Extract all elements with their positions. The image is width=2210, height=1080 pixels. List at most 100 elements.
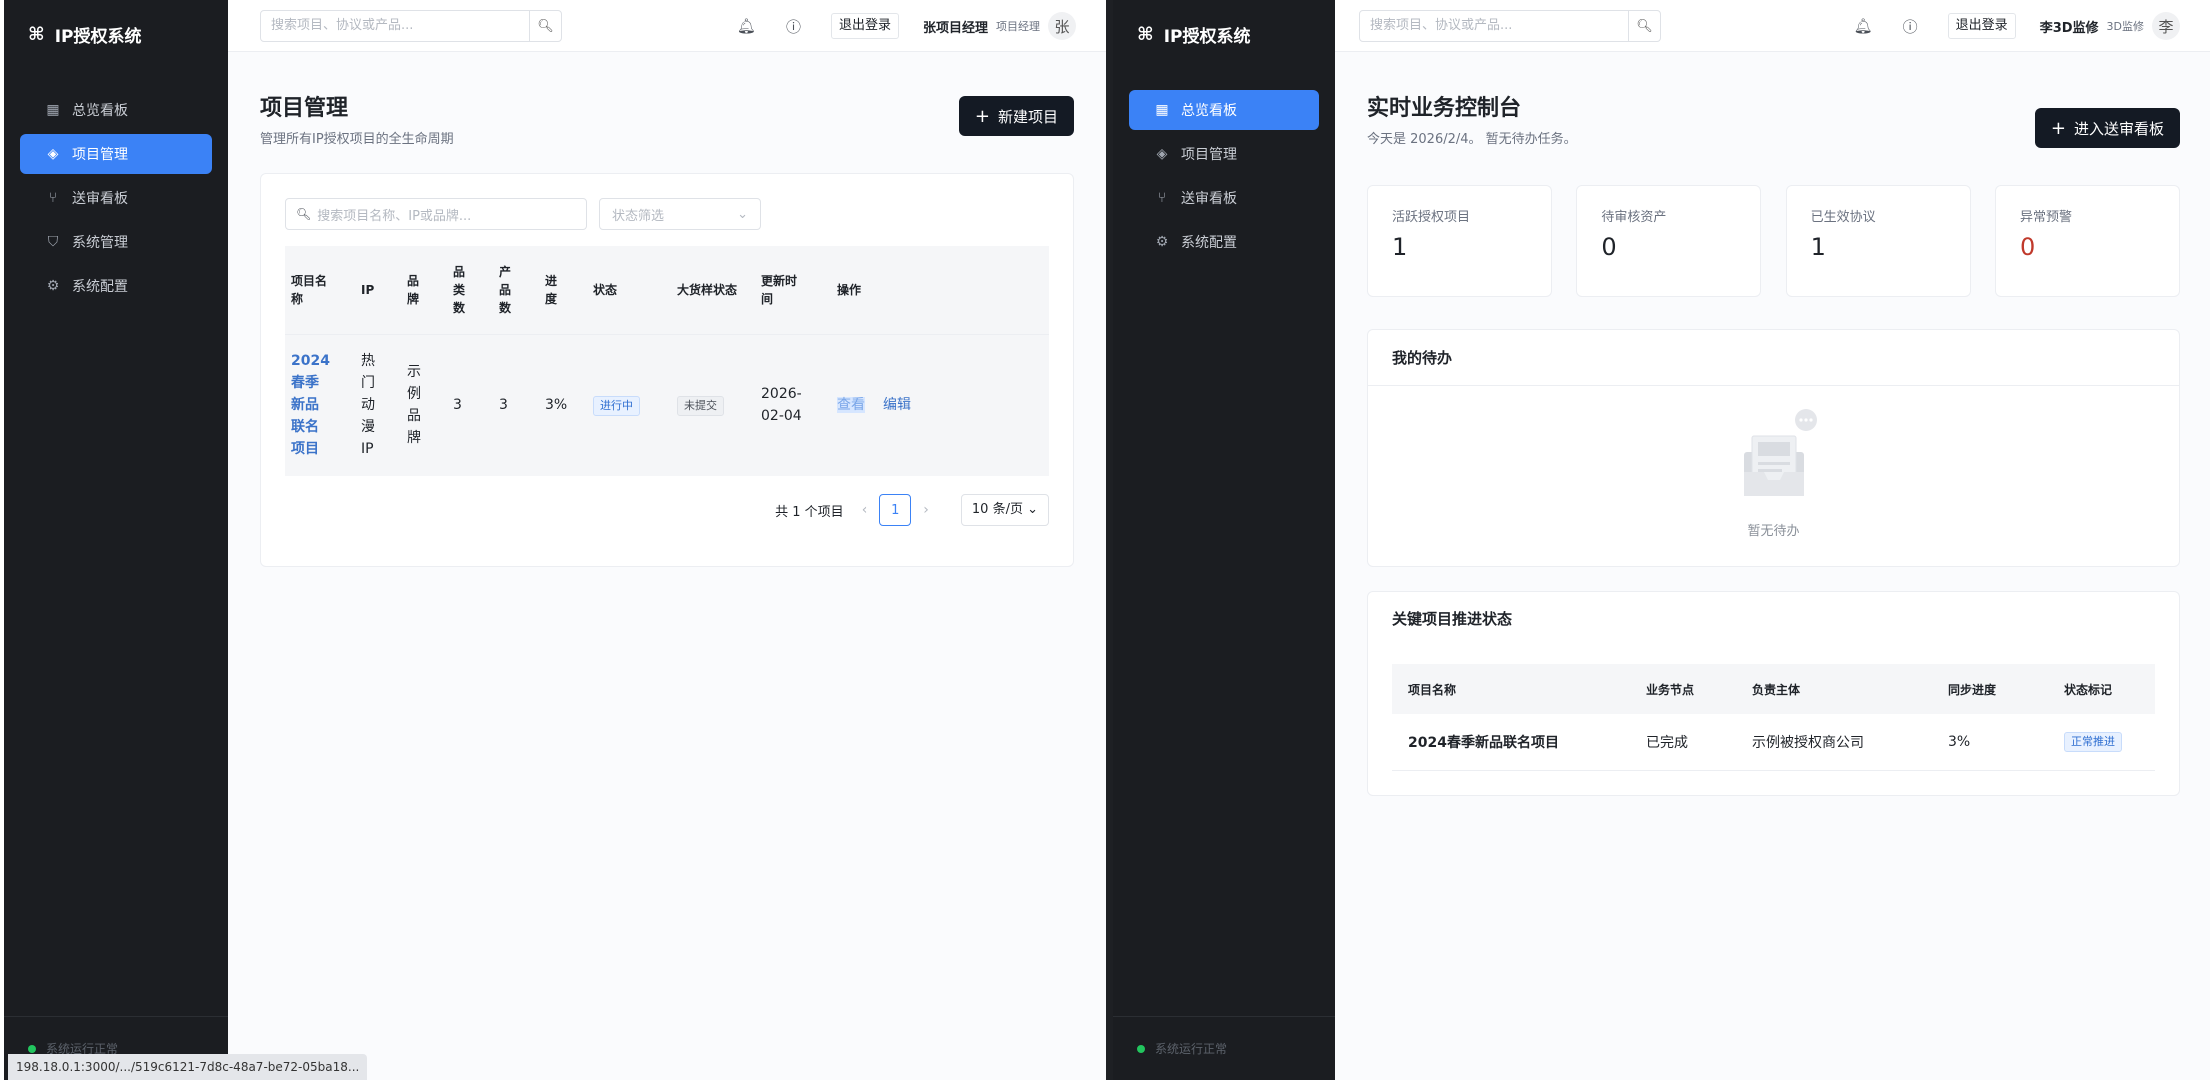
topbar: 搜索项目、协议或产品... 🔍︎ 🔔︎ ⓘ 退出登录 李3D监修 3D监修 李	[1335, 0, 2210, 52]
main-area: 搜索项目、协议或产品... 🔍︎ 🔔︎ ⓘ 退出登录 张项目经理 项目经理 张 …	[228, 0, 1106, 1080]
status-filter-placeholder: 状态筛选	[612, 208, 665, 224]
sidebar-item-label: 送审看板	[1181, 191, 1237, 207]
layers-icon: ◈	[47, 146, 59, 162]
app-name: IP授权系统	[54, 26, 142, 47]
sidebar: ⌘ IP授权系统 ▦ 总览看板 ◈ 项目管理 ⑂ 送审看板 ⚙ 系统配置 系统运…	[1113, 0, 1335, 1080]
column-header: 同步进度	[1932, 664, 2048, 714]
cell-category-count: 3	[447, 333, 493, 476]
project-search-input[interactable]: 🔍︎ 搜索项目名称、IP或品牌...	[285, 198, 587, 230]
app-logo[interactable]: ⌘ IP授权系统	[1113, 0, 1335, 68]
system-status-text: 系统运行正常	[1155, 1042, 1228, 1056]
todo-empty-state: 暂无待办	[1368, 386, 2179, 566]
user-name: 张项目经理	[922, 20, 988, 36]
topbar-tools: 🔔︎ ⓘ 退出登录 李3D监修 3D监修 李	[1824, 12, 2180, 40]
help-icon[interactable]: ⓘ	[786, 16, 801, 37]
column-header: IP	[361, 282, 375, 297]
git-icon: ⑂	[1157, 190, 1167, 206]
empty-inbox-icon	[1743, 409, 1817, 496]
chevron-right-icon[interactable]: ›	[923, 502, 929, 518]
stat-value: 1	[1392, 233, 1408, 261]
logout-button[interactable]: 退出登录	[830, 13, 899, 39]
sidebar-item-system-config[interactable]: ⚙ 系统配置	[20, 266, 212, 306]
page-button-1[interactable]: 1	[879, 494, 912, 526]
column-header: 产品数	[499, 264, 512, 315]
screen: ⌘ IP授权系统 ▦ 总览看板 ◈ 项目管理 ⑂ 送审看板 ⛉ 系统管理 ⚙ 系…	[0, 0, 2210, 1080]
page-title: 项目管理	[260, 96, 349, 121]
global-search-input[interactable]: 搜索项目、协议或产品...	[261, 11, 529, 41]
global-search[interactable]: 搜索项目、协议或产品... 🔍︎	[1359, 10, 1661, 42]
status-badge: 进行中	[593, 396, 640, 417]
cell-progress: 3%	[539, 333, 587, 476]
column-header: 项目名称	[291, 273, 328, 306]
edit-button[interactable]: 编辑	[883, 397, 911, 413]
enter-review-board-button[interactable]: + 进入送审看板	[2034, 108, 2180, 148]
bell-icon[interactable]: 🔔︎	[737, 17, 756, 35]
project-search-placeholder: 搜索项目名称、IP或品牌...	[317, 208, 472, 224]
help-icon[interactable]: ⓘ	[1903, 16, 1918, 37]
sidebar-item-system-admin[interactable]: ⛉ 系统管理	[20, 222, 212, 262]
sidebar-item-overview[interactable]: ▦ 总览看板	[20, 90, 212, 130]
table-row[interactable]: 2024春季新品联名项目 已完成 示例被授权商公司 3% 正常推进	[1392, 714, 2155, 771]
project-name-link[interactable]: 2024春季新品联名项目	[291, 350, 331, 460]
app-name: IP授权系统	[1163, 26, 1251, 47]
cell-brand: 示例品牌	[407, 364, 421, 447]
todo-title: 我的待办	[1368, 330, 2179, 386]
grid-icon: ▦	[46, 102, 60, 118]
bell-icon[interactable]: 🔔︎	[1854, 17, 1873, 35]
search-icon[interactable]: 🔍︎	[529, 11, 561, 41]
sidebar-item-label: 系统配置	[1181, 235, 1237, 251]
cell-ip: 热门动漫IP	[361, 353, 375, 458]
view-button[interactable]: 查看	[837, 397, 865, 414]
cell-updated: 2026-02-04	[761, 386, 802, 425]
global-search[interactable]: 搜索项目、协议或产品... 🔍︎	[260, 10, 562, 42]
todo-panel: 我的待办 暂无待办	[1367, 329, 2180, 567]
system-status: 系统运行正常	[1113, 1016, 1335, 1080]
sidebar-item-projects[interactable]: ◈ 项目管理	[20, 134, 212, 174]
chevron-down-icon: ⌄	[737, 206, 748, 222]
column-header: 进度	[545, 273, 558, 306]
stat-value: 0	[1601, 233, 1617, 261]
chevron-left-icon[interactable]: ‹	[862, 502, 868, 518]
stat-label: 活跃授权项目	[1392, 210, 1471, 225]
sidebar-item-overview[interactable]: ▦ 总览看板	[1129, 90, 1319, 130]
sidebar-item-system-config[interactable]: ⚙ 系统配置	[1129, 222, 1319, 262]
search-icon: 🔍︎	[296, 207, 312, 221]
stat-active-projects: 活跃授权项目 1	[1367, 185, 1552, 297]
page-size-select[interactable]: 10 条/页 ⌄	[960, 494, 1049, 526]
sidebar: ⌘ IP授权系统 ▦ 总览看板 ◈ 项目管理 ⑂ 送审看板 ⛉ 系统管理 ⚙ 系…	[4, 0, 228, 1080]
sidebar-item-label: 送审看板	[72, 191, 128, 207]
sidebar-item-review-board[interactable]: ⑂ 送审看板	[20, 178, 212, 218]
project-table: 项目名称 IP 品牌 品类数 产品数 进度 状态 大货样状态 更新时间 操作 2…	[285, 246, 1049, 476]
cell-owner: 示例被授权商公司	[1736, 714, 1932, 771]
stat-label: 异常预警	[2019, 210, 2072, 225]
sidebar-item-projects[interactable]: ◈ 项目管理	[1129, 134, 1319, 174]
logout-button[interactable]: 退出登录	[1947, 13, 2016, 39]
todo-empty-text: 暂无待办	[1747, 524, 1800, 539]
sidebar-nav: ▦ 总览看板 ◈ 项目管理 ⑂ 送审看板 ⚙ 系统配置	[1113, 68, 1335, 262]
right-window: ⌘ IP授权系统 ▦ 总览看板 ◈ 项目管理 ⑂ 送审看板 ⚙ 系统配置 系统运…	[1113, 0, 2210, 1080]
filter-bar: 🔍︎ 搜索项目名称、IP或品牌... 状态筛选 ⌄	[261, 174, 1073, 230]
sidebar-item-label: 项目管理	[1181, 147, 1237, 163]
app-logo[interactable]: ⌘ IP授权系统	[4, 0, 228, 68]
command-icon: ⌘	[1137, 23, 1154, 45]
shield-icon: ⛉	[47, 234, 59, 250]
gear-icon: ⚙	[46, 278, 60, 294]
sidebar-item-review-board[interactable]: ⑂ 送审看板	[1129, 178, 1319, 218]
column-header: 业务节点	[1630, 664, 1736, 714]
topbar-tools: 🔔︎ ⓘ 退出登录 张项目经理 项目经理 张	[707, 12, 1076, 40]
sidebar-item-label: 总览看板	[72, 103, 128, 119]
enter-review-board-label: 进入送审看板	[2073, 119, 2164, 138]
stat-label: 已生效协议	[1810, 210, 1876, 225]
new-project-button[interactable]: + 新建项目	[958, 96, 1074, 136]
layers-icon: ◈	[1156, 146, 1168, 162]
search-icon[interactable]: 🔍︎	[1628, 11, 1660, 41]
key-projects-table: 项目名称 业务节点 负责主体 同步进度 状态标记 2024春季新品联名项目 已完…	[1392, 664, 2155, 771]
user-role: 3D监修	[2106, 20, 2144, 33]
cell-node: 已完成	[1630, 714, 1736, 771]
avatar[interactable]: 张	[1048, 12, 1076, 40]
avatar[interactable]: 李	[2152, 12, 2180, 40]
left-window: ⌘ IP授权系统 ▦ 总览看板 ◈ 项目管理 ⑂ 送审看板 ⛉ 系统管理 ⚙ 系…	[4, 0, 1106, 1080]
global-search-input[interactable]: 搜索项目、协议或产品...	[1360, 11, 1628, 41]
status-filter-select[interactable]: 状态筛选 ⌄	[599, 198, 761, 230]
project-list-card: 🔍︎ 搜索项目名称、IP或品牌... 状态筛选 ⌄ 项目名称 IP 品牌 品类数…	[260, 173, 1074, 567]
